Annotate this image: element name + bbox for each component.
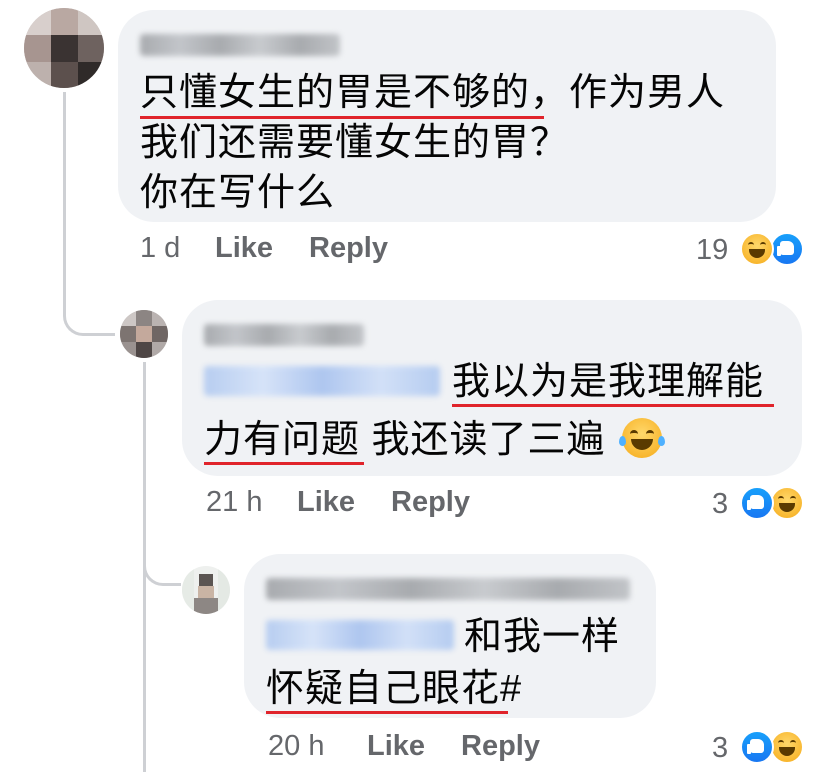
reaction-count[interactable]: 19 (696, 234, 728, 267)
comment-text-line-3: 你在写什么 (140, 172, 336, 214)
reply-text-line-1: 和我一样 (464, 616, 621, 658)
avatar[interactable] (182, 566, 230, 614)
like-emoji[interactable] (770, 232, 804, 266)
reply-text-line-1: 我以为是我理解能 (452, 361, 765, 403)
highlight-underline (266, 711, 508, 714)
reply-button[interactable]: Reply (461, 730, 540, 763)
reaction-count[interactable]: 3 (712, 488, 728, 521)
highlight-underline (452, 404, 774, 407)
timestamp[interactable]: 20 h (268, 730, 324, 763)
highlight-underline (204, 462, 364, 465)
reply-bubble: 我以为是我理解能 力有问题 我还读了三遍 (182, 300, 802, 476)
haha-emoji[interactable] (740, 232, 774, 266)
reply-text-line-2: 怀疑自己眼花# (266, 668, 523, 710)
like-emoji[interactable] (740, 730, 774, 764)
mention-tag[interactable] (204, 366, 440, 396)
mention-tag[interactable] (266, 620, 454, 650)
thread-connector-reply-2 (143, 540, 181, 586)
avatar[interactable] (120, 310, 168, 358)
reply-bubble: 和我一样 怀疑自己眼花# (244, 554, 656, 718)
timestamp[interactable]: 21 h (206, 486, 262, 519)
reply-button[interactable]: Reply (309, 232, 388, 265)
comment-bubble: 只懂女生的胃是不够的，作为男人 我们还需要懂女生的胃？ 你在写什么 (118, 10, 776, 222)
reply-text-line-2: 力有问题 我还读了三遍 (204, 419, 606, 461)
thread-line-main (63, 92, 66, 314)
comment-text-line-2: 我们还需要懂女生的胃？ (140, 122, 570, 164)
haha-emoji[interactable] (770, 486, 804, 520)
highlight-underline (140, 116, 544, 119)
author-name[interactable] (266, 578, 630, 600)
like-button[interactable]: Like (367, 730, 425, 763)
timestamp[interactable]: 1 d (140, 232, 180, 265)
reaction-count[interactable]: 3 (712, 732, 728, 765)
like-button[interactable]: Like (297, 486, 355, 519)
reply-button[interactable]: Reply (391, 486, 470, 519)
thread-connector-reply-1 (63, 290, 115, 336)
haha-emoji[interactable] (770, 730, 804, 764)
like-button[interactable]: Like (215, 232, 273, 265)
like-emoji[interactable] (740, 486, 774, 520)
comment-text-line-1: 只懂女生的胃是不够的，作为男人 (140, 72, 726, 114)
laughing-emoji (619, 418, 665, 458)
author-name[interactable] (204, 324, 364, 346)
avatar[interactable] (24, 8, 104, 88)
author-name[interactable] (140, 34, 340, 56)
